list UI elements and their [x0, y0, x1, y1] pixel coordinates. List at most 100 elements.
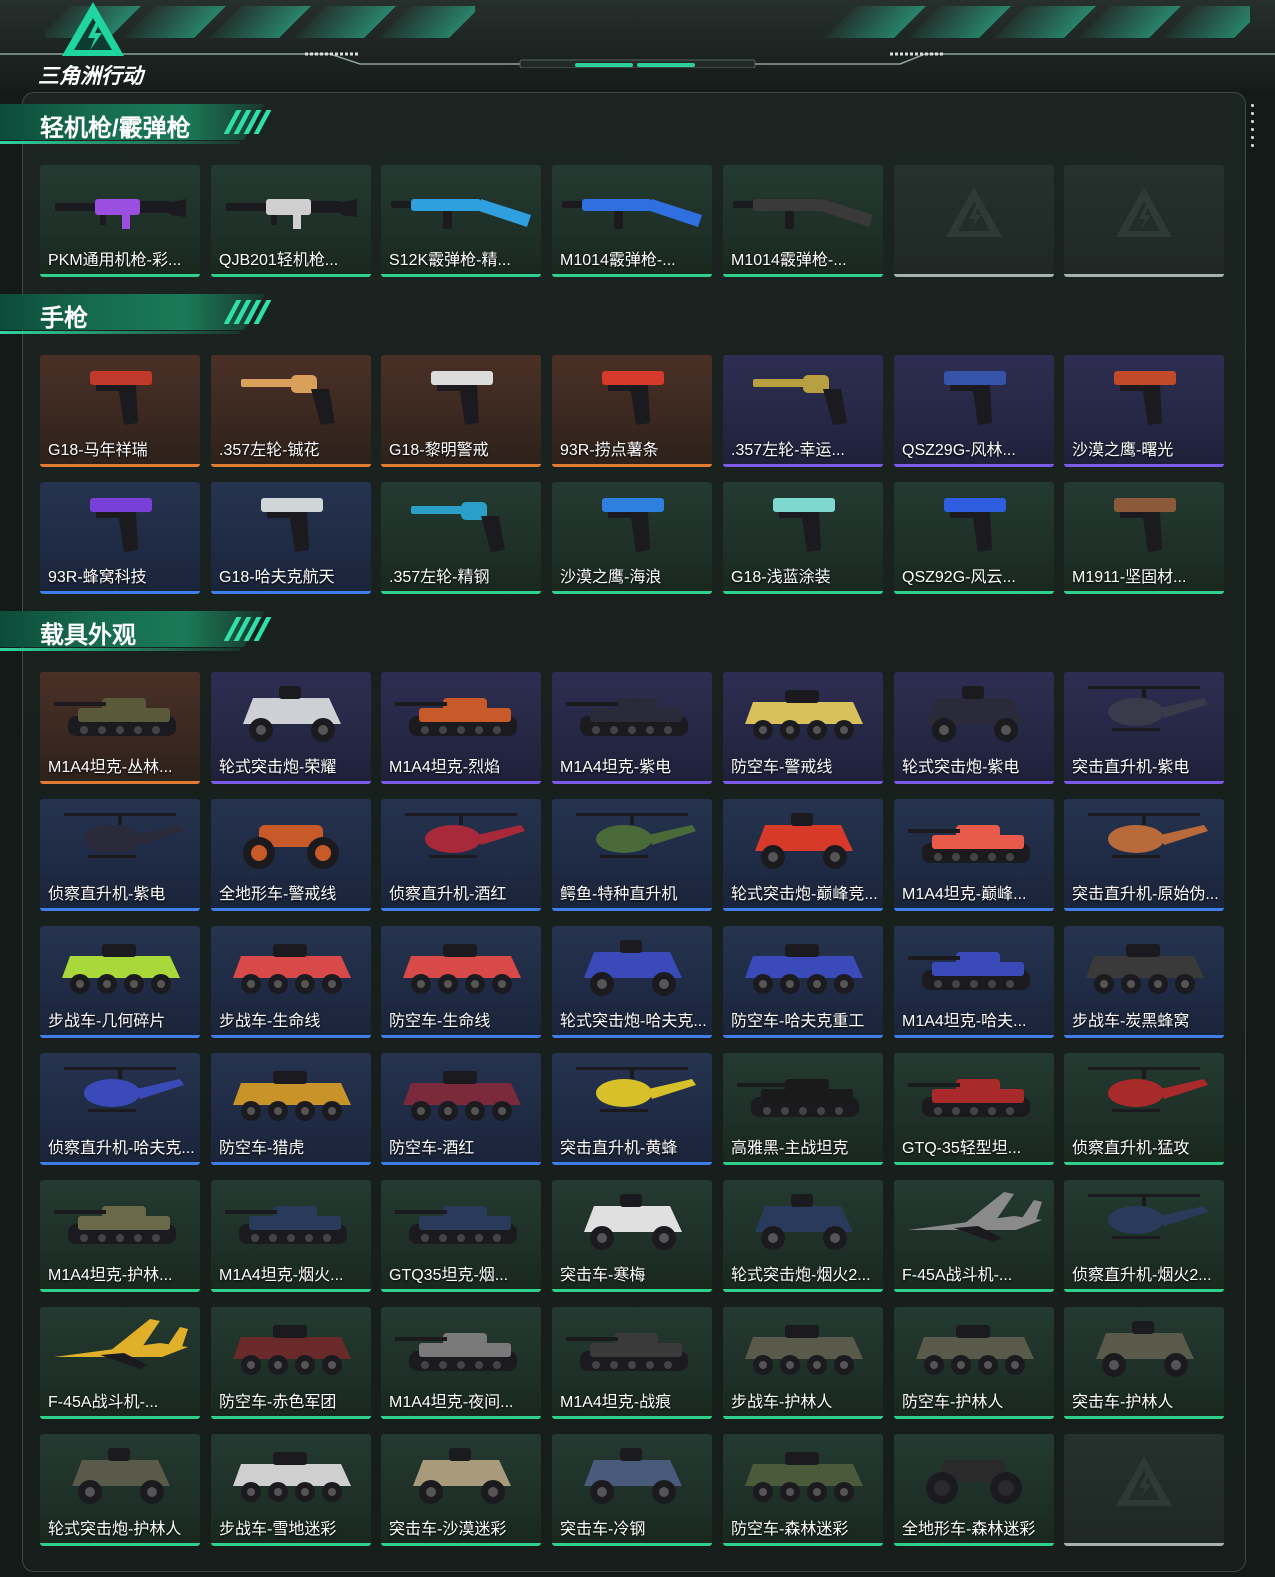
item-card[interactable]: 防空车-护林人	[894, 1307, 1054, 1419]
item-card[interactable]: 突击车-寒梅	[552, 1180, 712, 1292]
item-name: 93R-蜂窝科技	[48, 569, 147, 586]
item-name: QSZ92G-风云...	[902, 569, 1016, 586]
machine-gun-icon	[226, 199, 357, 229]
item-card[interactable]: QSZ29G-风林...	[894, 355, 1054, 467]
apc-icon	[745, 1452, 863, 1502]
item-card[interactable]: M1014霰弹枪-...	[552, 165, 712, 277]
item-card[interactable]: QJB201轻机枪...	[211, 165, 371, 277]
item-card[interactable]: M1A4坦克-紫电	[552, 672, 712, 784]
item-card[interactable]: M1A4坦克-巅峰...	[894, 799, 1054, 911]
tank-icon	[566, 1333, 688, 1371]
item-card[interactable]: 防空车-哈夫克重工	[723, 926, 883, 1038]
apc-icon	[62, 944, 180, 994]
item-card[interactable]: 防空车-生命线	[381, 926, 541, 1038]
item-card[interactable]: M1014霰弹枪-...	[723, 165, 883, 277]
item-card[interactable]: M1A4坦克-护林...	[40, 1180, 200, 1292]
item-card[interactable]: M1A4坦克-烟火...	[211, 1180, 371, 1292]
item-card[interactable]: .357左轮-精钢	[381, 482, 541, 594]
item-card[interactable]: 轮式突击炮-哈夫克...	[552, 926, 712, 1038]
item-card[interactable]: 沙漠之鹰-海浪	[552, 482, 712, 594]
pistol-icon	[431, 371, 493, 425]
item-card[interactable]: 侦察直升机-紫电	[40, 799, 200, 911]
item-card[interactable]: G18-浅蓝涂装	[723, 482, 883, 594]
item-card[interactable]: .357左轮-幸运...	[723, 355, 883, 467]
apc-icon	[403, 944, 521, 994]
tank-icon	[908, 1079, 1030, 1117]
item-name: G18-浅蓝涂装	[731, 569, 831, 586]
item-card[interactable]: M1911-坚固材...	[1064, 482, 1224, 594]
item-card[interactable]: 轮式突击炮-紫电	[894, 672, 1054, 784]
item-card[interactable]: M1A4坦克-丛林...	[40, 672, 200, 784]
item-card[interactable]: S12K霰弹枪-精...	[381, 165, 541, 277]
item-card[interactable]: 突击直升机-紫电	[1064, 672, 1224, 784]
item-name: PKM通用机枪-彩...	[48, 252, 182, 269]
item-card[interactable]: 鳄鱼-特种直升机	[552, 799, 712, 911]
item-card[interactable]: 防空车-赤色军团	[211, 1307, 371, 1419]
item-card[interactable]: M1A4坦克-烈焰	[381, 672, 541, 784]
helicopter-icon	[1088, 1067, 1208, 1112]
section-title: 手枪	[40, 305, 88, 332]
item-card[interactable]: 步战车-几何碎片	[40, 926, 200, 1038]
item-card[interactable]: 高雅黑-主战坦克	[723, 1053, 883, 1165]
pistol-icon	[90, 371, 152, 425]
item-name: 沙漠之鹰-海浪	[560, 569, 662, 586]
item-card[interactable]: G18-马年祥瑞	[40, 355, 200, 467]
item-name: QJB201轻机枪...	[219, 252, 339, 269]
armored-car-icon	[243, 686, 341, 742]
item-card[interactable]: 全地形车-森林迷彩	[894, 1434, 1054, 1546]
item-card[interactable]: .357左轮-铖花	[211, 355, 371, 467]
item-card[interactable]: G18-哈夫克航天	[211, 482, 371, 594]
item-name: G18-马年祥瑞	[48, 442, 148, 459]
armored-car-icon	[584, 1448, 682, 1504]
item-name: G18-黎明警戒	[389, 442, 489, 459]
item-name: 沙漠之鹰-曙光	[1072, 442, 1174, 459]
item-card[interactable]: 突击车-护林人	[1064, 1307, 1224, 1419]
item-card[interactable]: 轮式突击炮-巅峰竞...	[723, 799, 883, 911]
empty-slot-icon	[1116, 1456, 1172, 1506]
item-card[interactable]: 步战车-炭黑蜂窝	[1064, 926, 1224, 1038]
item-card[interactable]: 突击车-沙漠迷彩	[381, 1434, 541, 1546]
item-card[interactable]: 侦察直升机-烟火2...	[1064, 1180, 1224, 1292]
empty-slot-card	[1064, 1434, 1224, 1546]
item-card[interactable]: 突击直升机-黄蜂	[552, 1053, 712, 1165]
item-card[interactable]: 防空车-警戒线	[723, 672, 883, 784]
item-card[interactable]: GTQ35坦克-烟...	[381, 1180, 541, 1292]
item-card[interactable]: 步战车-生命线	[211, 926, 371, 1038]
item-card[interactable]: QSZ92G-风云...	[894, 482, 1054, 594]
item-name: M1911-坚固材...	[1072, 569, 1187, 586]
apc-icon	[745, 1325, 863, 1375]
item-card[interactable]: 防空车-森林迷彩	[723, 1434, 883, 1546]
item-card[interactable]: M1A4坦克-哈夫...	[894, 926, 1054, 1038]
item-card[interactable]: F-45A战斗机-...	[40, 1307, 200, 1419]
item-name: .357左轮-幸运...	[731, 442, 845, 459]
item-name: 轮式突击炮-护林人	[48, 1521, 182, 1538]
item-card[interactable]: GTQ-35轻型坦...	[894, 1053, 1054, 1165]
helicopter-icon	[64, 813, 184, 858]
scrollbar[interactable]	[1251, 104, 1255, 154]
item-card[interactable]: 轮式突击炮-荣耀	[211, 672, 371, 784]
item-card[interactable]: G18-黎明警戒	[381, 355, 541, 467]
item-card[interactable]: 防空车-酒红	[381, 1053, 541, 1165]
item-name: 侦察直升机-哈夫克...	[48, 1140, 195, 1157]
item-card[interactable]: 全地形车-警戒线	[211, 799, 371, 911]
item-card[interactable]: PKM通用机枪-彩...	[40, 165, 200, 277]
item-card[interactable]: 轮式突击炮-护林人	[40, 1434, 200, 1546]
item-card[interactable]: 侦察直升机-猛攻	[1064, 1053, 1224, 1165]
item-card[interactable]: 沙漠之鹰-曙光	[1064, 355, 1224, 467]
item-card[interactable]: 突击直升机-原始伪...	[1064, 799, 1224, 911]
item-card[interactable]: 93R-蜂窝科技	[40, 482, 200, 594]
tank-icon	[737, 1079, 859, 1117]
item-card[interactable]: F-45A战斗机-...	[894, 1180, 1054, 1292]
item-card[interactable]: 侦察直升机-酒红	[381, 799, 541, 911]
item-card[interactable]: 侦察直升机-哈夫克...	[40, 1053, 200, 1165]
item-card[interactable]: 突击车-冷钢	[552, 1434, 712, 1546]
item-card[interactable]: M1A4坦克-夜间...	[381, 1307, 541, 1419]
item-card[interactable]: 93R-捞点薯条	[552, 355, 712, 467]
item-card[interactable]: 防空车-猎虎	[211, 1053, 371, 1165]
item-card[interactable]: 步战车-护林人	[723, 1307, 883, 1419]
item-card[interactable]: 轮式突击炮-烟火2...	[723, 1180, 883, 1292]
item-card[interactable]: 步战车-雪地迷彩	[211, 1434, 371, 1546]
armored-car-icon	[926, 686, 1024, 742]
item-card[interactable]: M1A4坦克-战痕	[552, 1307, 712, 1419]
empty-slot-icon	[946, 187, 1002, 237]
